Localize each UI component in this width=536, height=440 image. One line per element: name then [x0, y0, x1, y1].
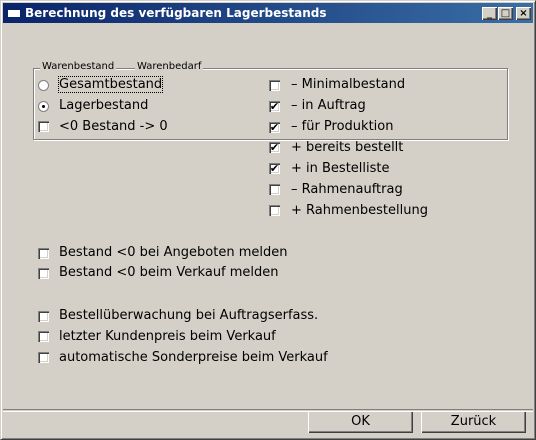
maximize-button[interactable]: □ [498, 7, 513, 20]
minimize-button[interactable]: _ [482, 7, 497, 20]
label-lagerbestand[interactable]: Lagerbestand [59, 98, 148, 113]
label-kundenpreis[interactable]: letzter Kundenpreis beim Verkauf [59, 329, 276, 344]
label-fuer-produktion[interactable]: – für Produktion [291, 119, 393, 134]
group-label-warenbestand: Warenbestand [40, 61, 117, 72]
label-bestellueberwachung[interactable]: Bestellüberwachung bei Auftragserfass. [59, 308, 318, 323]
checkbox-bestellueberwachung[interactable] [38, 311, 49, 322]
checkbox-sonderpreise[interactable] [38, 352, 49, 363]
label-verkauf-melden[interactable]: Bestand <0 beim Verkauf melden [59, 265, 279, 280]
label-null-bestand[interactable]: <0 Bestand -> 0 [59, 119, 168, 134]
window-title: Berechnung des verfügbaren Lagerbestands [25, 6, 327, 20]
group-label-warenbedarf: Warenbedarf [135, 61, 204, 72]
checkbox-null-bestand[interactable] [38, 121, 49, 132]
checkbox-rahmenauftrag[interactable] [269, 184, 280, 195]
checkbox-fuer-produktion[interactable]: ✔ [269, 122, 280, 133]
label-gesamtbestand[interactable]: Gesamtbestand [57, 76, 164, 93]
radio-gesamtbestand[interactable] [38, 80, 49, 91]
checkbox-rahmenbestellung[interactable] [269, 205, 280, 216]
label-rahmenbestellung[interactable]: + Rahmenbestellung [291, 203, 428, 218]
radio-lagerbestand[interactable] [38, 101, 49, 112]
dialog-window: Berechnung des verfügbaren Lagerbestands… [0, 0, 536, 440]
cancel-button[interactable]: Zurück [421, 411, 526, 433]
label-minimalbestand[interactable]: – Minimalbestand [291, 77, 405, 92]
close-button[interactable]: × [516, 7, 531, 20]
ok-button[interactable]: OK [308, 411, 413, 433]
label-sonderpreise[interactable]: automatische Sonderpreise beim Verkauf [59, 350, 328, 365]
checkbox-minimalbestand[interactable] [269, 80, 280, 91]
checkbox-bereits-bestellt[interactable]: ✔ [269, 142, 280, 153]
label-in-auftrag[interactable]: – in Auftrag [291, 98, 366, 113]
label-rahmenauftrag[interactable]: – Rahmenauftrag [291, 182, 403, 197]
checkbox-in-bestellliste[interactable]: ✔ [269, 163, 280, 174]
checkbox-kundenpreis[interactable] [38, 331, 49, 342]
checkbox-in-auftrag[interactable]: ✔ [269, 101, 280, 112]
checkbox-angebote-melden[interactable] [38, 248, 49, 259]
window-icon [7, 6, 21, 18]
checkbox-verkauf-melden[interactable] [38, 268, 49, 279]
label-angebote-melden[interactable]: Bestand <0 bei Angeboten melden [59, 245, 287, 260]
title-bar[interactable]: Berechnung des verfügbaren Lagerbestands… [3, 3, 533, 23]
label-bereits-bestellt[interactable]: + bereits bestellt [291, 140, 403, 155]
label-in-bestellliste[interactable]: + in Bestelliste [291, 161, 390, 176]
